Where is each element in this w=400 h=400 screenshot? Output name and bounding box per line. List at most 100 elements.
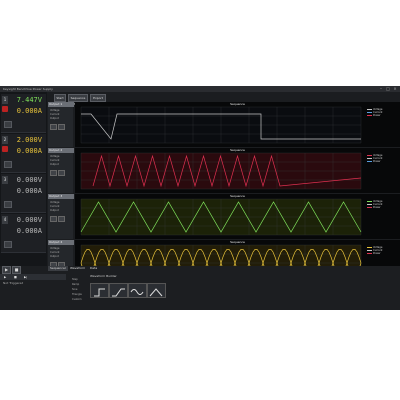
legend-label: Power — [373, 114, 381, 117]
legend-entry: Power — [367, 114, 382, 117]
waveform-builder-title: Waveform Builder — [90, 274, 117, 278]
channel-2-card[interactable]: 2 2.000V 0.000A — [1, 134, 46, 173]
play-icon[interactable]: ▶ — [2, 266, 11, 274]
legend-swatch — [367, 155, 372, 156]
channel-voltage: 7.447V — [16, 96, 42, 104]
legend-swatch — [367, 247, 372, 248]
legend-entry: Power — [367, 206, 382, 209]
row-option-button[interactable] — [58, 170, 65, 176]
plot-canvas — [80, 198, 362, 236]
legend-swatch — [367, 204, 372, 205]
output-row: Output 3 Voltage Current Output Sequence… — [48, 194, 400, 239]
list-item[interactable]: Ramp — [72, 283, 79, 286]
tab-sequencer[interactable]: Sequencer — [48, 266, 69, 271]
channel-voltage: 0.000V — [16, 216, 42, 224]
legend-swatch — [367, 201, 372, 202]
stop-icon[interactable]: ■ — [12, 266, 21, 274]
row-label: Output — [50, 117, 59, 120]
sine-icon[interactable] — [128, 283, 147, 298]
tab-data[interactable]: Data — [88, 266, 99, 271]
toolbar: Start Sequence Setup Export Data — [48, 92, 400, 106]
ramp-icon[interactable] — [109, 283, 128, 298]
tab-waveform[interactable]: Waveform — [68, 266, 87, 271]
sequence-plot[interactable]: Sequence Voltage Current Power — [75, 194, 400, 239]
channel-settings-button[interactable] — [4, 241, 12, 248]
list-item[interactable]: Sine — [72, 288, 77, 291]
legend-label: Power — [373, 160, 381, 163]
channel-current: 0.000A — [16, 107, 42, 115]
plot-legend: Voltage Current Power — [367, 108, 382, 117]
step-icon[interactable] — [90, 283, 109, 298]
row-label: Output — [50, 255, 59, 258]
sequence-plot[interactable]: Sequence Voltage Current Power — [75, 148, 400, 193]
legend-label: Power — [373, 206, 381, 209]
channel-panel: 1 7.447V 0.000A 2 2.000V 0.000A 3 0.000V… — [0, 92, 47, 266]
row-label: Voltage — [50, 201, 60, 204]
row-label: Output — [50, 163, 59, 166]
row-option-button[interactable] — [58, 216, 65, 222]
row-label: Current — [50, 113, 60, 116]
row-label: Voltage — [50, 109, 60, 112]
row-header: Output 1 — [48, 102, 74, 107]
channel-settings-button[interactable] — [4, 201, 12, 208]
triangle-icon[interactable] — [147, 283, 166, 298]
list-item[interactable]: Custom — [72, 298, 82, 301]
row-controls: Output 2 Voltage Current Output — [48, 148, 74, 193]
legend-swatch — [367, 112, 372, 113]
app-window: Keysight BenchVue Power Supply – □ × 1 7… — [0, 86, 400, 310]
legend-swatch — [367, 109, 372, 110]
row-label: Voltage — [50, 155, 60, 158]
channel-current: 0.000A — [16, 147, 42, 155]
row-header: Output 2 — [48, 148, 74, 153]
channel-number: 4 — [2, 216, 8, 224]
channel-current: 0.000A — [16, 187, 42, 195]
legend-entry: Power — [367, 252, 382, 255]
row-option-button[interactable] — [50, 124, 57, 130]
channel-4-card[interactable]: 4 0.000V 0.000A — [1, 214, 46, 253]
output-on-indicator[interactable] — [2, 146, 8, 152]
row-option-button[interactable] — [50, 216, 57, 222]
maximize-icon[interactable]: □ — [386, 87, 390, 91]
list-item[interactable]: Step — [72, 278, 78, 281]
row-option-button[interactable] — [58, 124, 65, 130]
row-label: Current — [50, 159, 60, 162]
transport-bar: ▶ ■ ▶| — [0, 274, 66, 280]
plot-legend: Voltage Current Power — [367, 154, 382, 163]
output-on-indicator[interactable] — [2, 106, 8, 112]
legend-swatch — [367, 253, 372, 254]
legend-swatch — [367, 158, 372, 159]
plot-legend: Voltage Current Power — [367, 246, 382, 255]
step-icon[interactable]: ▶| — [24, 274, 27, 280]
export-data-button[interactable]: Export Data — [90, 94, 106, 106]
plot-canvas — [80, 106, 362, 144]
stop-icon[interactable]: ■ — [14, 274, 17, 280]
row-option-button[interactable] — [50, 170, 57, 176]
row-header: Output 3 — [48, 194, 74, 199]
row-label: Output — [50, 209, 59, 212]
play-icon[interactable]: ▶ — [4, 274, 6, 280]
plot-canvas — [80, 152, 362, 190]
channel-voltage: 2.000V — [16, 136, 42, 144]
channel-number: 3 — [2, 176, 8, 184]
row-label: Current — [50, 251, 60, 254]
sequence-plot[interactable]: Sequence Voltage Current Power — [75, 102, 400, 147]
list-item[interactable]: Triangle — [72, 293, 82, 296]
channel-settings-button[interactable] — [4, 161, 12, 168]
channel-settings-button[interactable] — [4, 121, 12, 128]
legend-swatch — [367, 161, 372, 162]
legend-label: Power — [373, 252, 381, 255]
channel-number: 1 — [2, 96, 8, 104]
output-row: Output 1 Voltage Current Output Sequence… — [48, 102, 400, 147]
close-icon[interactable]: × — [393, 87, 397, 91]
sequence-setup-button[interactable]: Sequence Setup — [68, 94, 88, 106]
start-button[interactable]: Start — [54, 94, 66, 102]
legend-swatch — [367, 250, 372, 251]
channel-1-card[interactable]: 1 7.447V 0.000A — [1, 94, 46, 133]
row-header: Output 4 — [48, 240, 74, 245]
channel-3-card[interactable]: 3 0.000V 0.000A — [1, 174, 46, 213]
output-row: Output 2 Voltage Current Output Sequence… — [48, 148, 400, 193]
legend-entry: Power — [367, 160, 382, 163]
minimize-icon[interactable]: – — [379, 87, 383, 91]
row-controls: Output 1 Voltage Current Output — [48, 102, 74, 147]
channel-current: 0.000A — [16, 227, 42, 235]
